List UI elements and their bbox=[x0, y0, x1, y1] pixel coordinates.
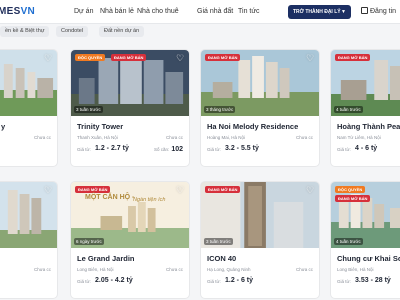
posted-time: 3 tháng trước bbox=[204, 106, 236, 113]
exclusive-badge: ĐỘC QUYỀN bbox=[335, 186, 366, 193]
top-header: MESVN Dự án Nhà bán lẻ Nhà cho thuê Giá … bbox=[0, 0, 400, 24]
project-image: ĐỘC QUYỀN ĐANG MỞ BÁN 4 tuần trước bbox=[331, 182, 400, 248]
price-label: Giá từ: bbox=[207, 279, 221, 284]
open-sale-badge: ĐANG MỞ BÁN bbox=[111, 54, 147, 61]
heart-icon[interactable]: ♡ bbox=[43, 53, 53, 63]
logo-text: MES bbox=[0, 6, 21, 17]
project-card[interactable]: ĐANG MỞ BÁN MỘT CĂN HỘ - Ngàn tiện ích ♡… bbox=[70, 181, 190, 299]
posted-time: 4 tuần trước bbox=[334, 106, 363, 113]
project-status: Chưa cc bbox=[33, 135, 51, 140]
project-price: 4 - 6 tỷ bbox=[355, 145, 378, 152]
project-location: Hạ Long, Quảng Ninh bbox=[207, 267, 251, 272]
project-image: ĐANG MỞ BÁN ♡ 3 tuần trước bbox=[201, 182, 319, 248]
edit-icon bbox=[361, 7, 368, 14]
nav-item-gia-nha-dat[interactable]: Giá nhà đất bbox=[197, 8, 233, 15]
unit-count: Số căn: 102 bbox=[154, 146, 183, 153]
post-listing-button[interactable]: Đăng tin bbox=[361, 7, 396, 15]
project-card[interactable]: ĐỘC QUYỀN ĐANG MỞ BÁN ♡ 3 tuần trước Tri… bbox=[70, 49, 190, 167]
project-price: 3.53 - 28 tỷ bbox=[355, 277, 391, 284]
open-sale-badge: ĐANG MỞ BÁN bbox=[335, 195, 371, 202]
project-card[interactable]: ♡ Chưa cc bbox=[0, 181, 58, 299]
chip-dat-nen-du-an[interactable]: Đất nền dự án bbox=[99, 26, 145, 37]
nav-item-nha-cho-thue[interactable]: Nhà cho thuê bbox=[137, 8, 179, 15]
project-image: ĐANG MỞ BÁN ♡ 3 tháng trước bbox=[201, 50, 319, 116]
chip-condotel[interactable]: Condotel bbox=[56, 26, 89, 37]
project-title: ICON 40 bbox=[207, 254, 237, 263]
heart-icon[interactable]: ♡ bbox=[305, 185, 315, 195]
project-location: Nam Từ Liêm, Hà Nội bbox=[337, 135, 381, 140]
project-title: Hoàng Thành Pearl bbox=[337, 122, 400, 131]
open-sale-badge: ĐANG MỞ BÁN bbox=[335, 54, 371, 61]
project-image: ĐANG MỞ BÁN MỘT CĂN HỘ - Ngàn tiện ích ♡… bbox=[71, 182, 189, 248]
become-agent-label: TRỞ THÀNH ĐẠI LÝ bbox=[293, 9, 341, 15]
project-card[interactable]: ĐANG MỞ BÁN ♡ 3 tuần trước ICON 40 Hạ Lo… bbox=[200, 181, 320, 299]
chip-lien-ke-biet-thu[interactable]: ền kề & Biệt thự bbox=[0, 26, 50, 37]
posted-time: 3 tuần trước bbox=[204, 238, 233, 245]
unit-count-label: Số căn: bbox=[154, 147, 170, 152]
project-price: 3.2 - 5.5 tỷ bbox=[225, 145, 259, 152]
promo-banner-title: MỘT CĂN HỘ - bbox=[85, 194, 135, 201]
project-title: Trinity Tower bbox=[77, 122, 124, 131]
nav-item-tin-tuc[interactable]: Tin tức bbox=[238, 8, 260, 15]
unit-count-value: 102 bbox=[171, 146, 183, 153]
project-title: Ha Noi Melody Residence bbox=[207, 122, 299, 131]
chevron-down-icon: ▼ bbox=[341, 9, 346, 15]
posted-time: 3 tuần trước bbox=[74, 106, 103, 113]
project-location: Hoàng Mai, Hà Nội bbox=[207, 135, 246, 140]
posted-time: 4 tuần trước bbox=[334, 238, 363, 245]
project-title: Chung cư Khai Sơn Ci bbox=[337, 254, 400, 263]
price-label: Giá từ: bbox=[207, 147, 221, 152]
project-title: Le Grand Jardin bbox=[77, 254, 135, 263]
project-card[interactable]: ♡ y Chưa cc bbox=[0, 49, 58, 167]
price-label: Giá từ: bbox=[77, 279, 91, 284]
project-image: ĐỘC QUYỀN ĐANG MỞ BÁN ♡ 3 tuần trước bbox=[71, 50, 189, 116]
project-image: ♡ bbox=[0, 50, 57, 116]
price-label: Giá từ: bbox=[337, 279, 351, 284]
project-status: Chưa cc bbox=[33, 267, 51, 272]
heart-icon[interactable]: ♡ bbox=[43, 185, 53, 195]
open-sale-badge: ĐANG MỞ BÁN bbox=[205, 54, 241, 61]
project-location: Long Biên, Hà Nội bbox=[337, 267, 374, 272]
project-card[interactable]: ĐỘC QUYỀN ĐANG MỞ BÁN 4 tuần trước Chung… bbox=[330, 181, 400, 299]
price-label: Giá từ: bbox=[337, 147, 351, 152]
nav-item-nha-ban-le[interactable]: Nhà bán lẻ bbox=[100, 8, 134, 15]
heart-icon[interactable]: ♡ bbox=[305, 53, 315, 63]
heart-icon[interactable]: ♡ bbox=[175, 53, 185, 63]
project-image: ĐANG MỞ BÁN 4 tuần trước bbox=[331, 50, 400, 116]
logo[interactable]: MESVN bbox=[0, 6, 35, 17]
project-price: 1.2 - 2.7 tỷ bbox=[95, 145, 129, 152]
heart-icon[interactable]: ♡ bbox=[175, 185, 185, 195]
project-image: ♡ bbox=[0, 182, 57, 248]
project-status: Chưa cc bbox=[295, 135, 313, 140]
project-status: Chưa cc bbox=[295, 267, 313, 272]
price-label: Giá từ: bbox=[77, 147, 91, 152]
logo-accent: VN bbox=[20, 6, 36, 17]
project-title: y bbox=[1, 122, 6, 131]
page: MESVN Dự án Nhà bán lẻ Nhà cho thuê Giá … bbox=[0, 0, 400, 300]
nav-item-du-an[interactable]: Dự án bbox=[74, 8, 93, 15]
become-agent-button[interactable]: TRỞ THÀNH ĐẠI LÝ ▼ bbox=[288, 5, 351, 19]
promo-banner-subtitle: Ngàn tiện ích bbox=[133, 197, 166, 203]
exclusive-badge: ĐỘC QUYỀN bbox=[75, 54, 106, 61]
project-price: 2.05 - 4.2 tỷ bbox=[95, 277, 133, 284]
project-price: 1.2 - 6 tỷ bbox=[225, 277, 254, 284]
project-location: Thanh Xuân, Hà Nội bbox=[77, 135, 118, 140]
project-status: Chưa cc bbox=[165, 267, 183, 272]
project-card[interactable]: ĐANG MỞ BÁN ♡ 3 tháng trước Ha Noi Melod… bbox=[200, 49, 320, 167]
post-listing-label: Đăng tin bbox=[370, 8, 397, 15]
project-status: Chưa cc bbox=[165, 135, 183, 140]
posted-time: 6 ngày trước bbox=[74, 238, 104, 245]
open-sale-badge: ĐANG MỞ BÁN bbox=[205, 186, 241, 193]
project-location: Long Biên, Hà Nội bbox=[77, 267, 114, 272]
project-card[interactable]: ĐANG MỞ BÁN 4 tuần trước Hoàng Thành Pea… bbox=[330, 49, 400, 167]
open-sale-badge: ĐANG MỞ BÁN bbox=[75, 186, 111, 193]
